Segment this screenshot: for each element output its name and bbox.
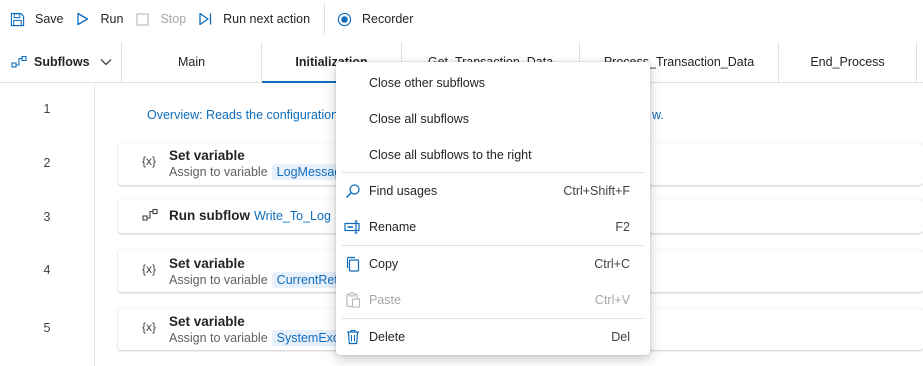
line-number: 2 [43, 156, 51, 170]
save-label: Save [35, 12, 64, 26]
menu-item-shortcut: Ctrl+Shift+F [563, 184, 630, 198]
variable-icon: {x} [142, 262, 157, 276]
recorder-label: Recorder [362, 12, 414, 26]
subflows-dropdown[interactable]: Subflows [0, 42, 122, 82]
paste-icon [344, 291, 362, 309]
tab-main[interactable]: Main [122, 42, 262, 82]
menu-item-label: Paste [369, 293, 401, 307]
toolbar-divider [324, 4, 326, 34]
copy-icon [344, 255, 362, 273]
variable-icon: {x} [142, 320, 157, 334]
rename-icon [344, 218, 362, 236]
trash-icon [344, 328, 362, 346]
action-title: Set variable [169, 314, 245, 329]
menu-item-label: Close all subflows to the right [369, 148, 532, 162]
menu-item-shortcut: Del [611, 330, 630, 344]
menu-item-close-other-subflows[interactable]: Close other subflows [336, 65, 650, 101]
run-label: Run [100, 12, 124, 26]
search-icon [344, 182, 362, 200]
action-subtitle: Assign to variable SystemExce [169, 330, 352, 346]
chevron-down-icon [100, 58, 112, 66]
context-menu: Close other subflows Close all subflows … [336, 62, 650, 355]
tab-label: Main [177, 55, 206, 69]
record-icon [335, 10, 353, 28]
action-title: Run subflow Write_To_Log [169, 208, 331, 223]
step-icon [196, 10, 214, 28]
action-subtitle-prefix: Assign to variable [169, 165, 268, 179]
toolbar: Save Run Stop Run next action Recorder [0, 0, 923, 38]
menu-item-close-all-subflows-right[interactable]: Close all subflows to the right [336, 137, 650, 173]
menu-item-copy[interactable]: Copy Ctrl+C [336, 246, 650, 282]
menu-item-label: Close all subflows [369, 112, 470, 126]
save-button[interactable]: Save [6, 4, 72, 34]
line-number: 1 [43, 102, 51, 116]
comment-text-tail: w. [652, 108, 664, 122]
run-next-action-label: Run next action [223, 12, 311, 26]
action-title: Set variable [169, 148, 245, 163]
menu-item-close-all-subflows[interactable]: Close all subflows [336, 101, 650, 137]
save-icon [8, 10, 26, 28]
subflows-label: Subflows [34, 55, 90, 69]
recorder-button[interactable]: Recorder [333, 4, 421, 34]
menu-item-label: Close other subflows [369, 76, 486, 90]
tab-label: End_Process [810, 55, 885, 69]
comment-action[interactable]: Overview: Reads the configuration fi [147, 108, 348, 122]
subflow-link[interactable]: Write_To_Log [254, 209, 331, 223]
action-subtitle: Assign to variable LogMessage [169, 164, 354, 180]
line-number: 5 [43, 321, 51, 335]
menu-item-shortcut: Ctrl+V [594, 293, 630, 307]
action-title-text: Run subflow [169, 208, 250, 223]
line-number: 3 [43, 210, 51, 224]
menu-item-label: Rename [369, 220, 417, 234]
tab-end-process[interactable]: End_Process [779, 42, 917, 82]
play-icon [74, 10, 92, 28]
action-subtitle-prefix: Assign to variable [169, 331, 268, 345]
menu-item-label: Copy [369, 257, 399, 271]
run-next-action-button[interactable]: Run next action [194, 4, 318, 34]
menu-item-label: Find usages [369, 184, 438, 198]
stop-button[interactable]: Stop [131, 4, 194, 34]
menu-item-paste[interactable]: Paste Ctrl+V [336, 282, 650, 318]
stop-icon [133, 10, 151, 28]
run-button[interactable]: Run [72, 4, 132, 34]
menu-item-delete[interactable]: Delete Del [336, 319, 650, 355]
action-subtitle: Assign to variable CurrentRetry [169, 272, 354, 288]
action-title: Set variable [169, 256, 245, 271]
line-number: 4 [43, 263, 51, 277]
menu-item-shortcut: F2 [615, 220, 630, 234]
menu-item-rename[interactable]: Rename F2 [336, 209, 650, 245]
menu-item-find-usages[interactable]: Find usages Ctrl+Shift+F [336, 173, 650, 209]
comment-text: Overview: Reads the configuration fi [147, 108, 348, 122]
subflow-icon [10, 53, 28, 71]
variable-icon: {x} [142, 154, 157, 168]
subflow-icon [142, 208, 158, 225]
menu-item-shortcut: Ctrl+C [594, 257, 630, 271]
menu-item-label: Delete [369, 330, 406, 344]
stop-label: Stop [160, 12, 187, 26]
action-subtitle-prefix: Assign to variable [169, 273, 268, 287]
